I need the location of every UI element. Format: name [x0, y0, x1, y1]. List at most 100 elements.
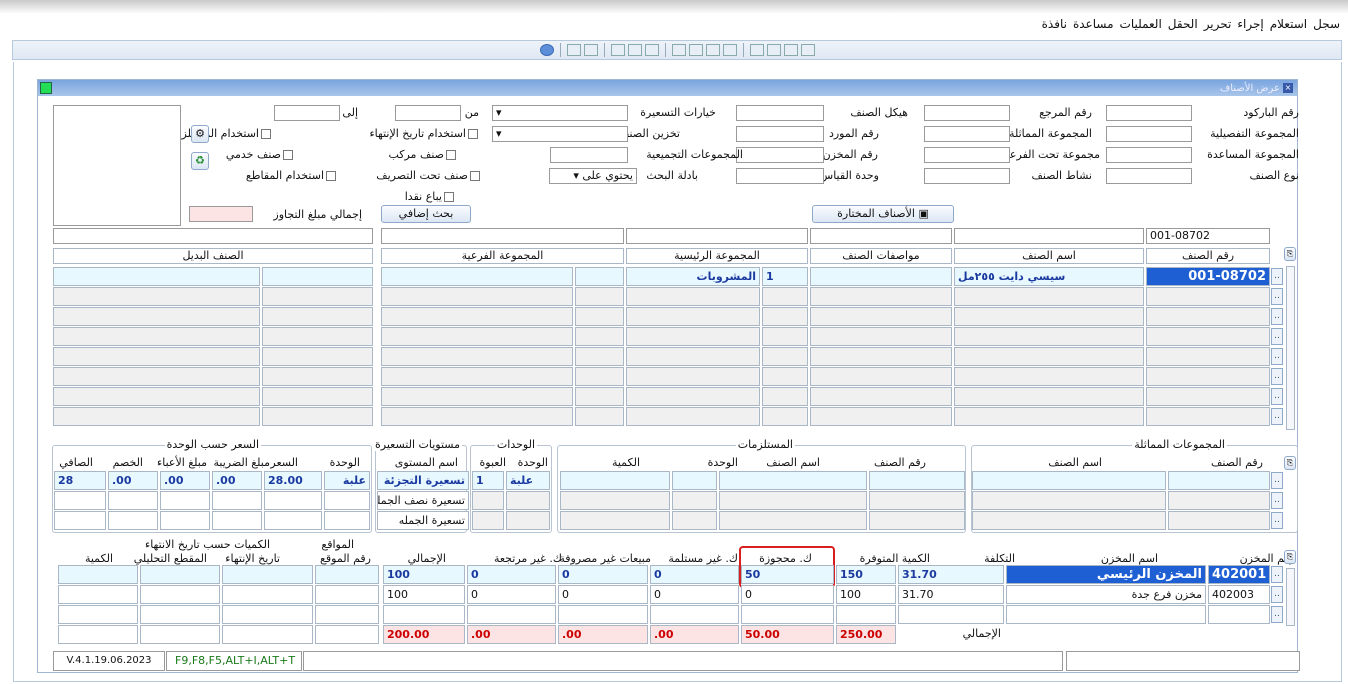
requirement-cell[interactable] — [560, 471, 670, 490]
items-cell[interactable] — [53, 327, 260, 346]
location-expiry-cell[interactable] — [222, 605, 313, 624]
row-selector[interactable]: .. — [1271, 348, 1283, 365]
undo-icon[interactable] — [583, 44, 598, 56]
items-cell[interactable] — [53, 367, 260, 386]
items-cell[interactable] — [53, 267, 260, 286]
row-selector[interactable]: .. — [1271, 388, 1283, 405]
items-cell[interactable] — [954, 387, 1144, 406]
copy-icon[interactable] — [688, 44, 703, 56]
items-cell[interactable] — [575, 367, 624, 386]
location-expiry-cell[interactable] — [222, 585, 313, 604]
use-sections-checkbox[interactable]: استخدام المقاطع — [246, 169, 336, 182]
sub-group-search-input[interactable] — [381, 228, 624, 244]
items-cell[interactable] — [575, 287, 624, 306]
items-cell[interactable] — [762, 407, 808, 426]
total-unspent-sales-cell[interactable]: .00 — [558, 625, 648, 644]
location-expiry-cell[interactable] — [140, 605, 220, 624]
item-storage-select[interactable]: ▾ — [492, 126, 628, 142]
menu-window[interactable]: نافذة — [1042, 17, 1067, 31]
store-store-name-cell[interactable]: المخزن الرئيسي — [1006, 565, 1206, 584]
first-record-icon[interactable] — [749, 44, 764, 56]
alt-item-search-input[interactable] — [53, 228, 373, 244]
store-total-cell[interactable] — [383, 605, 465, 624]
items-cell[interactable] — [575, 327, 624, 346]
name-search-input[interactable] — [954, 228, 1144, 244]
similar-item-name-cell[interactable] — [972, 491, 1166, 510]
items-cell[interactable] — [53, 347, 260, 366]
items-cell[interactable] — [1146, 347, 1270, 366]
store-cost-cell[interactable]: 31.70 — [898, 585, 1004, 604]
copy-row-icon[interactable]: ⎘ — [1284, 247, 1296, 261]
location-expiry-cell[interactable] — [140, 625, 220, 644]
menu-query[interactable]: استعلام — [1270, 17, 1307, 31]
assist-group-input[interactable] — [1106, 147, 1192, 163]
items-cell[interactable] — [575, 347, 624, 366]
requirement-cell[interactable] — [672, 471, 717, 490]
items-cell[interactable] — [1146, 327, 1270, 346]
store-store-no-cell[interactable]: 402003 — [1208, 585, 1270, 604]
barcode-input[interactable] — [1106, 105, 1192, 121]
items-cell[interactable] — [810, 387, 952, 406]
row-selector[interactable]: .. — [1271, 512, 1283, 529]
menu-field[interactable]: الحقل — [1168, 17, 1198, 31]
row-selector[interactable]: .. — [1271, 408, 1283, 425]
items-cell[interactable] — [954, 367, 1144, 386]
row-selector[interactable]: .. — [1271, 268, 1283, 285]
items-cell[interactable] — [810, 407, 952, 426]
store-total-cell[interactable]: 100 — [383, 585, 465, 604]
price-discount-cell[interactable] — [108, 491, 158, 510]
store-cost-cell[interactable]: 31.70 — [898, 565, 1004, 584]
grid-icon[interactable] — [627, 44, 642, 56]
store-reserved-cell[interactable]: 50 — [741, 565, 834, 584]
prev-record-icon[interactable] — [766, 44, 781, 56]
price-price-cell[interactable] — [264, 491, 322, 510]
menu-operations[interactable]: العمليات — [1120, 17, 1162, 31]
items-cell[interactable] — [626, 347, 760, 366]
pack-cell[interactable] — [472, 511, 504, 530]
similar-copy-icon[interactable]: ⎘ — [1284, 456, 1296, 470]
items-cell[interactable] — [262, 267, 373, 286]
items-cell[interactable] — [954, 287, 1144, 306]
price-unit-cell[interactable]: علبة — [324, 471, 370, 490]
main-group-no-cell[interactable]: 1 — [762, 267, 808, 286]
location-expiry-cell[interactable] — [222, 625, 313, 644]
items-cell[interactable] — [810, 267, 952, 286]
store-store-name-cell[interactable]: مخزن فرع جدة — [1006, 585, 1206, 604]
row-selector[interactable]: .. — [1271, 368, 1283, 385]
item-search-input[interactable]: 001-08702 — [1146, 228, 1270, 244]
use-expiry-checkbox[interactable]: استخدام تاريخ الإنتهاء — [369, 127, 478, 140]
items-cell[interactable] — [810, 307, 952, 326]
requirement-cell[interactable] — [869, 511, 965, 530]
unit-cell[interactable] — [506, 511, 550, 530]
items-cell[interactable] — [626, 407, 760, 426]
requirement-cell[interactable] — [719, 471, 867, 490]
requirement-cell[interactable] — [719, 491, 867, 510]
items-cell[interactable] — [762, 347, 808, 366]
stores-copy-icon[interactable]: ⎘ — [1284, 550, 1296, 564]
item-no-cell[interactable]: 001-08702 — [1146, 267, 1270, 286]
items-cell[interactable] — [762, 307, 808, 326]
last-record-icon[interactable] — [800, 44, 815, 56]
menu-edit[interactable]: تحرير — [1204, 17, 1232, 31]
price-unit-cell[interactable] — [324, 491, 370, 510]
structure-input[interactable] — [736, 105, 824, 121]
items-cell[interactable] — [381, 327, 573, 346]
location-expiry-cell[interactable] — [315, 625, 379, 644]
lock-icon[interactable] — [644, 44, 659, 56]
items-cell[interactable] — [575, 407, 624, 426]
location-expiry-cell[interactable] — [58, 625, 138, 644]
location-expiry-cell[interactable] — [315, 565, 379, 584]
items-cell[interactable] — [1146, 407, 1270, 426]
print-icon[interactable] — [671, 44, 686, 56]
price-net-cell[interactable] — [54, 511, 106, 530]
items-cell[interactable] — [810, 367, 952, 386]
price-tax-cell[interactable] — [212, 511, 262, 530]
items-cell[interactable] — [626, 287, 760, 306]
items-cell[interactable] — [954, 327, 1144, 346]
items-cell[interactable] — [626, 387, 760, 406]
main-group-name-cell[interactable]: المشروبات — [626, 267, 760, 286]
menu-record[interactable]: سجل — [1313, 17, 1340, 31]
price-tax-cell[interactable]: .00 — [212, 471, 262, 490]
location-expiry-cell[interactable] — [140, 565, 220, 584]
row-selector[interactable]: .. — [1271, 566, 1283, 583]
